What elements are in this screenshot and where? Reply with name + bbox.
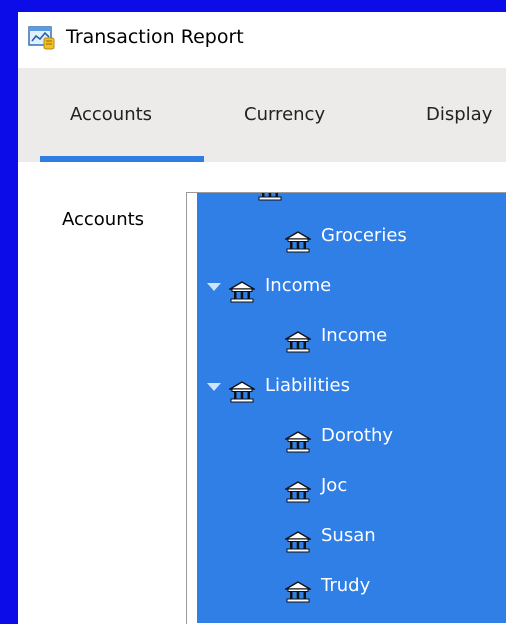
tab-display-label: Display bbox=[426, 104, 493, 125]
bank-icon bbox=[283, 324, 313, 353]
tree-item-label: Groceries bbox=[321, 225, 407, 246]
tab-currency-label: Currency bbox=[244, 104, 326, 125]
bank-icon bbox=[227, 374, 257, 403]
report-chart-icon bbox=[28, 25, 56, 51]
tree-item-label: Dorothy bbox=[321, 425, 394, 446]
tree-item-label: Joc bbox=[321, 475, 348, 496]
tree-item-label: Liabilities bbox=[265, 375, 350, 396]
triangle-down-icon[interactable] bbox=[207, 283, 221, 291]
tab-display[interactable]: Display bbox=[426, 68, 492, 162]
bank-icon bbox=[283, 574, 313, 603]
bank-icon bbox=[283, 524, 313, 553]
accounts-panel: Accounts Groceries Income Income Liabili… bbox=[18, 162, 506, 624]
tab-accounts-label: Accounts bbox=[70, 104, 153, 125]
bank-icon bbox=[283, 424, 313, 453]
tree-item-label: Income bbox=[265, 275, 332, 296]
tree-item-label: Income bbox=[321, 325, 388, 346]
triangle-down-icon[interactable] bbox=[207, 383, 221, 391]
tree-item-label: Trudy bbox=[321, 575, 371, 596]
accounts-label: Accounts bbox=[62, 209, 145, 230]
bank-icon bbox=[283, 474, 313, 503]
transaction-report-window: Transaction Report Accounts Currency Dis… bbox=[18, 12, 506, 624]
tree-item-label: Susan bbox=[321, 525, 376, 546]
window-title: Transaction Report bbox=[66, 26, 244, 48]
title-bar[interactable]: Transaction Report bbox=[18, 12, 506, 68]
bank-icon bbox=[257, 193, 283, 201]
bank-icon bbox=[227, 274, 257, 303]
tab-accounts[interactable]: Accounts bbox=[60, 68, 224, 162]
accounts-tree[interactable]: Groceries Income Income Liabilities Doro… bbox=[186, 192, 506, 624]
bank-icon bbox=[283, 224, 313, 253]
tab-bar: Accounts Currency Display bbox=[18, 68, 506, 162]
tab-currency[interactable]: Currency bbox=[244, 68, 325, 162]
